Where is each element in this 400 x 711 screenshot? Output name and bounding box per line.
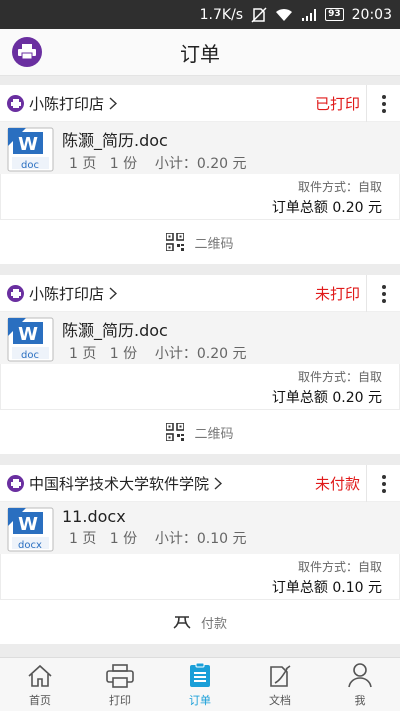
file-item[interactable]: W docx 11.docx 1 页 1 份 小计：0.10 元 bbox=[0, 502, 400, 554]
svg-text:W: W bbox=[18, 134, 38, 155]
more-menu-icon[interactable] bbox=[366, 85, 400, 122]
order-card: 小陈打印店 已打印 W doc 陈灏_简历.doc 1 页 1 份 小计：0.2… bbox=[0, 85, 400, 264]
shop-name-link[interactable]: 小陈打印店 bbox=[29, 283, 104, 304]
tab-label: 文档 bbox=[269, 694, 291, 707]
svg-text:docx: docx bbox=[18, 540, 42, 550]
file-type-label: doc bbox=[21, 350, 39, 360]
tab-documents[interactable]: 文档 bbox=[240, 658, 320, 711]
shop-name-link[interactable]: 中国科学技术大学软件学院 bbox=[29, 473, 209, 494]
no-sim-icon bbox=[251, 6, 267, 23]
tab-me[interactable]: 我 bbox=[320, 658, 400, 711]
order-status: 未打印 bbox=[314, 284, 360, 303]
order-status: 已打印 bbox=[314, 94, 360, 113]
order-summary: 取件方式：自取 订单总额 0.10 元 bbox=[0, 554, 400, 600]
qr-code-button[interactable]: 二维码 bbox=[0, 220, 400, 264]
order-icon bbox=[190, 662, 210, 687]
tab-label: 订单 bbox=[189, 694, 211, 707]
user-icon bbox=[348, 663, 372, 688]
svg-text:W: W bbox=[18, 324, 38, 345]
order-card-header: 中国科学技术大学软件学院 未付款 bbox=[0, 465, 400, 502]
chevron-right-icon bbox=[109, 96, 118, 110]
tab-label: 首页 bbox=[29, 694, 51, 707]
svg-text:doc: doc bbox=[21, 160, 39, 170]
order-list: 小陈打印店 已打印 W doc 陈灏_简历.doc 1 页 1 份 小计：0.2… bbox=[0, 85, 400, 655]
svg-text:doc: doc bbox=[21, 350, 39, 360]
tab-orders[interactable]: 订单 bbox=[160, 658, 240, 711]
pay-label: 付款 bbox=[200, 616, 227, 632]
wifi-icon bbox=[275, 8, 293, 22]
document-icon bbox=[270, 665, 291, 687]
file-type-label: docx bbox=[18, 540, 42, 550]
order-card: 中国科学技术大学软件学院 未付款 W docx 11.docx 1 页 1 份 … bbox=[0, 465, 400, 644]
file-name: 11.docx bbox=[62, 507, 126, 526]
order-total: 订单总额 0.20 元 bbox=[271, 390, 382, 406]
file-name: 陈灏_简历.doc bbox=[62, 131, 168, 150]
pickup-method: 取件方式：自取 bbox=[297, 560, 382, 574]
app-header: 订单 bbox=[0, 29, 400, 76]
order-card: 小陈打印店 未打印 W doc 陈灏_简历.doc 1 页 1 份 小计：0.2… bbox=[0, 275, 400, 454]
pay-icon bbox=[173, 616, 191, 629]
file-item[interactable]: W doc 陈灏_简历.doc 1 页 1 份 小计：0.20 元 bbox=[0, 312, 400, 364]
battery-indicator: 93 bbox=[325, 8, 344, 21]
printer-icon bbox=[7, 284, 24, 302]
chevron-right-icon bbox=[109, 286, 118, 300]
qr-code-icon bbox=[166, 233, 185, 251]
order-total: 订单总额 0.10 元 bbox=[271, 580, 382, 596]
svg-text:W: W bbox=[18, 514, 38, 535]
file-meta: 1 页 1 份 小计：0.20 元 bbox=[69, 346, 247, 362]
tab-home[interactable]: 首页 bbox=[0, 658, 80, 711]
qr-code-button[interactable]: 二维码 bbox=[0, 410, 400, 454]
order-status: 未付款 bbox=[314, 474, 360, 493]
clock: 20:03 bbox=[351, 6, 392, 23]
pickup-method: 取件方式：自取 bbox=[297, 180, 382, 194]
qr-code-icon bbox=[166, 423, 185, 441]
shop-name-link[interactable]: 小陈打印店 bbox=[29, 93, 104, 114]
status-bar: 1.7K/s 93 20:03 bbox=[0, 0, 400, 29]
printer-icon bbox=[7, 94, 24, 112]
order-total: 订单总额 0.20 元 bbox=[271, 200, 382, 216]
order-summary: 取件方式：自取 订单总额 0.20 元 bbox=[0, 364, 400, 410]
network-speed: 1.7K/s bbox=[199, 6, 244, 23]
tab-print[interactable]: 打印 bbox=[80, 658, 160, 711]
file-meta: 1 页 1 份 小计：0.20 元 bbox=[69, 156, 247, 172]
signal-icon bbox=[301, 8, 317, 22]
home-icon bbox=[28, 664, 52, 687]
page-title: 订单 bbox=[180, 41, 220, 66]
bottom-tab-bar: 首页 打印 订单 文档 我 bbox=[0, 657, 400, 711]
qr-code-label: 二维码 bbox=[194, 426, 234, 442]
qr-code-label: 二维码 bbox=[194, 236, 234, 252]
more-menu-icon[interactable] bbox=[366, 275, 400, 312]
file-type-label: doc bbox=[21, 160, 39, 170]
printer-logo-icon[interactable] bbox=[12, 37, 42, 67]
chevron-right-icon bbox=[214, 476, 223, 490]
printer-icon bbox=[106, 664, 134, 688]
pickup-method: 取件方式：自取 bbox=[297, 370, 382, 384]
file-meta: 1 页 1 份 小计：0.10 元 bbox=[69, 531, 247, 547]
tab-label: 打印 bbox=[109, 694, 131, 707]
printer-icon bbox=[7, 474, 24, 492]
more-menu-icon[interactable] bbox=[366, 465, 400, 502]
order-summary: 取件方式：自取 订单总额 0.20 元 bbox=[0, 174, 400, 220]
order-card-header: 小陈打印店 未打印 bbox=[0, 275, 400, 312]
file-name: 陈灏_简历.doc bbox=[62, 321, 168, 340]
pay-button[interactable]: 付款 bbox=[0, 600, 400, 644]
file-item[interactable]: W doc 陈灏_简历.doc 1 页 1 份 小计：0.20 元 bbox=[0, 122, 400, 174]
order-card-header: 小陈打印店 已打印 bbox=[0, 85, 400, 122]
tab-label: 我 bbox=[354, 694, 366, 707]
